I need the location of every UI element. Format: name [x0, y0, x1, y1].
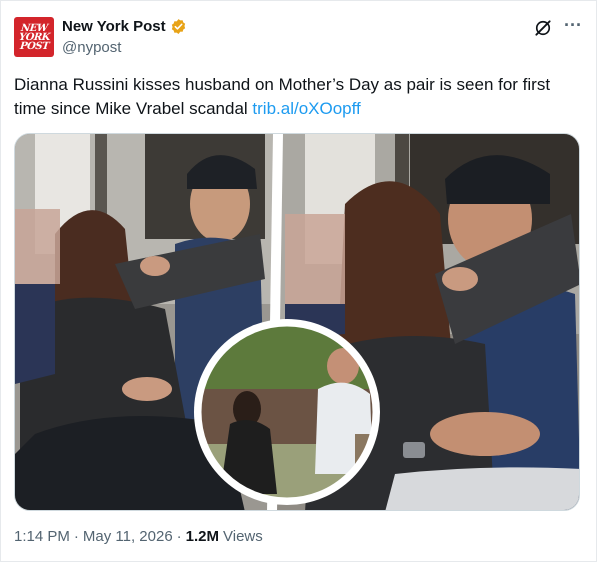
views-count: 1.2M	[185, 528, 220, 545]
meta-separator: ·	[73, 528, 79, 545]
author-display-name[interactable]: New York Post	[62, 18, 166, 35]
grok-icon[interactable]	[533, 18, 553, 38]
author-name-row: New York Post	[62, 18, 187, 35]
author-handle[interactable]: @nypost	[62, 39, 121, 56]
views-label: Views	[223, 528, 263, 545]
tweet-text: Dianna Russini kisses husband on Mother’…	[14, 73, 584, 121]
tweet-media-image[interactable]	[14, 133, 580, 511]
tweet-time[interactable]: 1:14 PM	[14, 528, 70, 545]
tweet-date[interactable]: May 11, 2026	[83, 528, 173, 545]
meta-separator: ·	[176, 528, 182, 545]
photo-collage-image	[15, 134, 579, 510]
more-options-icon[interactable]: ···	[561, 15, 585, 39]
tweet-link[interactable]: trib.al/oXOopff	[252, 99, 360, 118]
verified-badge-icon	[171, 19, 185, 34]
avatar-logo-line-3: POST	[18, 40, 50, 52]
tweet-meta: 1:14 PM · May 11, 2026 · 1.2M Views	[14, 528, 263, 545]
tweet-card: NEW YORK POST New York Post @nypost ··· …	[0, 0, 597, 562]
avatar[interactable]: NEW YORK POST	[14, 17, 54, 57]
